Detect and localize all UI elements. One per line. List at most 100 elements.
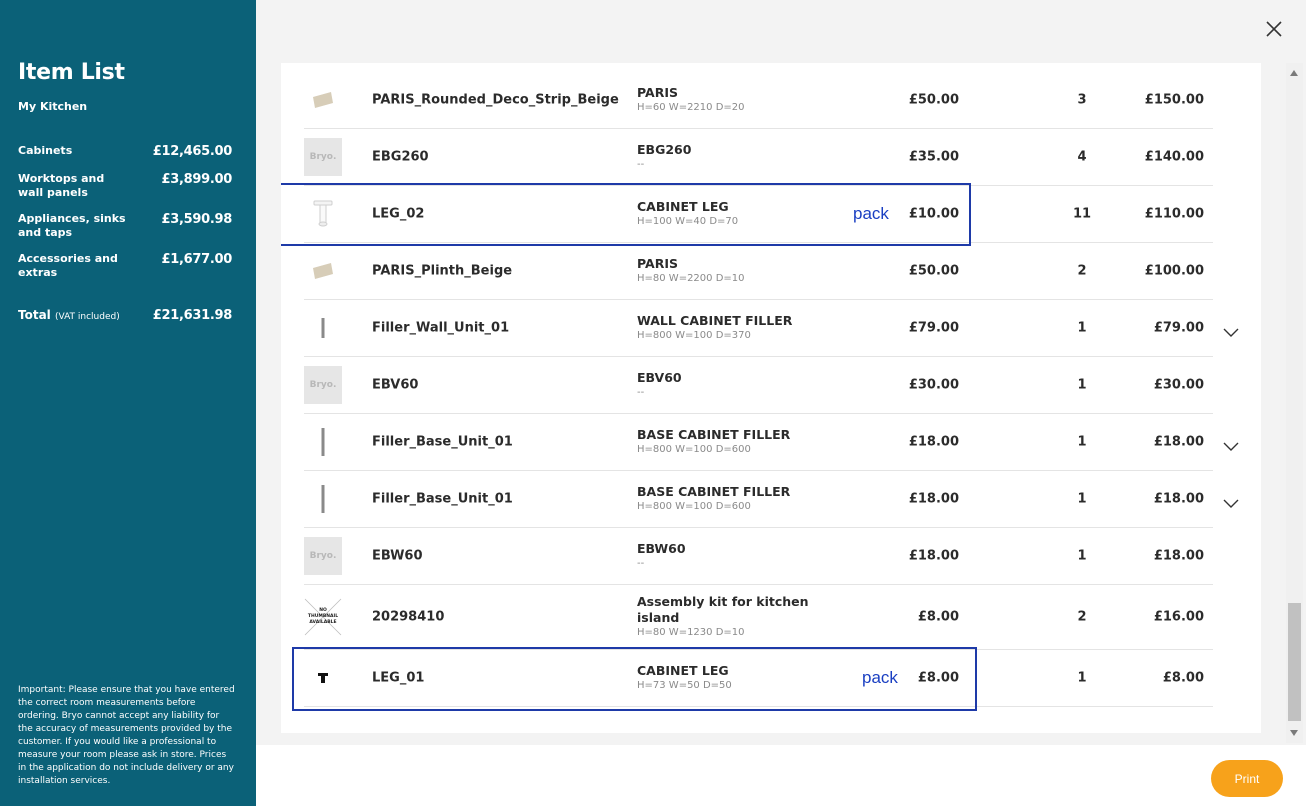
item-total: £79.00: [1153, 320, 1204, 336]
chevron-down-icon[interactable]: [1223, 494, 1239, 508]
item-total: £8.00: [1162, 670, 1204, 686]
item-table: PARIS_Rounded_Deco_Strip_Beige PARIS H=6…: [281, 72, 1239, 711]
item-dimensions: H=800 W=100 D=370: [637, 330, 751, 341]
summary-row-cabinets: Cabinets £12,465.00: [18, 144, 232, 159]
item-price: £10.00: [908, 206, 959, 222]
disclaimer-note: Important: Please ensure that you have e…: [18, 685, 235, 786]
item-quantity: 1: [1077, 670, 1087, 686]
item-table-panel: PARIS_Rounded_Deco_Strip_Beige PARIS H=6…: [281, 63, 1261, 733]
summary-sidebar: Item List My Kitchen Cabinets £12,465.00…: [0, 0, 256, 806]
summary-value: £3,590.98: [161, 212, 233, 227]
item-dimensions: --: [637, 159, 645, 170]
item-price: £30.00: [908, 377, 959, 393]
item-code: LEG_01: [372, 670, 425, 686]
summary-row-accessories: Accessories and extras £1,677.00: [18, 252, 232, 280]
scroll-up-icon[interactable]: [1290, 70, 1298, 76]
item-code: 20298410: [372, 609, 445, 625]
page-title: Item List: [18, 60, 125, 85]
small-leg-icon: [304, 659, 342, 697]
item-title: CABINET LEG: [637, 663, 729, 678]
print-button[interactable]: Print: [1211, 760, 1283, 797]
item-title: EBW60: [637, 541, 686, 556]
item-code: Filler_Base_Unit_01: [372, 434, 513, 450]
pack-annotation: pack: [862, 668, 898, 687]
chevron-down-icon[interactable]: [1223, 437, 1239, 451]
item-code: EBV60: [372, 377, 419, 393]
summary-label: Accessories and extras: [18, 252, 118, 279]
item-description: EBV60 --: [637, 370, 827, 400]
table-row: Bryo. EBV60 EBV60 -- £30.00 1 £30.00: [304, 357, 1213, 414]
item-price: £18.00: [908, 434, 959, 450]
item-quantity: 3: [1077, 92, 1087, 108]
item-quantity: 1: [1077, 377, 1087, 393]
item-total: £150.00: [1144, 92, 1204, 108]
item-dimensions: H=80 W=2200 D=10: [637, 273, 745, 284]
item-price: £8.00: [917, 670, 959, 686]
table-row: Filler_Base_Unit_01 BASE CABINET FILLER …: [304, 471, 1239, 528]
item-title: EBG260: [637, 142, 692, 157]
scroll-down-icon[interactable]: [1290, 730, 1298, 736]
item-description: Assembly kit for kitchen island H=80 W=1…: [637, 594, 827, 640]
beige-strip-icon: [304, 81, 342, 119]
scrollbar-thumb[interactable]: [1288, 603, 1301, 721]
item-quantity: 1: [1077, 548, 1087, 564]
item-dimensions: H=800 W=100 D=600: [637, 444, 751, 455]
summary-value: £3,899.00: [161, 172, 233, 187]
item-price: £8.00: [917, 609, 959, 625]
filler-icon: [304, 423, 342, 461]
item-dimensions: H=80 W=1230 D=10: [637, 627, 745, 638]
table-row: NO THUMBNAIL AVAILABLE 20298410 Assembly…: [304, 585, 1213, 650]
item-total: £18.00: [1153, 491, 1204, 507]
total-value: £21,631.98: [152, 308, 233, 323]
item-price: £79.00: [908, 320, 959, 336]
summary-row-appliances: Appliances, sinks and taps £3,590.98: [18, 212, 232, 240]
item-quantity: 2: [1077, 609, 1087, 625]
item-description: PARIS H=60 W=2210 D=20: [637, 85, 827, 115]
total-label: Total: [18, 308, 51, 322]
table-row: Filler_Wall_Unit_01 WALL CABINET FILLER …: [304, 300, 1239, 357]
table-row: LEG_01 CABINET LEG H=73 W=50 D=50 pack £…: [292, 647, 1213, 711]
summary-row-worktops: Worktops and wall panels £3,899.00: [18, 172, 232, 200]
total-label-group: Total (VAT included): [18, 308, 133, 324]
vat-note: (VAT included): [54, 312, 120, 322]
item-dimensions: --: [637, 558, 645, 569]
item-quantity: 11: [1072, 206, 1092, 222]
summary-total-row: Total (VAT included) £21,631.98: [18, 308, 232, 324]
pack-annotation: pack: [853, 204, 889, 223]
item-dimensions: --: [637, 387, 645, 398]
footer-bar: Print: [256, 745, 1306, 806]
table-row: Filler_Base_Unit_01 BASE CABINET FILLER …: [304, 414, 1239, 471]
item-dimensions: H=100 W=40 D=70: [637, 216, 739, 227]
item-total: £18.00: [1153, 434, 1204, 450]
vertical-scrollbar[interactable]: [1286, 63, 1303, 743]
item-total: £16.00: [1153, 609, 1204, 625]
item-price: £18.00: [908, 491, 959, 507]
item-title: PARIS: [637, 85, 678, 100]
item-price: £35.00: [908, 149, 959, 165]
item-code: Filler_Wall_Unit_01: [372, 320, 510, 336]
bryo-placeholder-icon: Bryo.: [304, 138, 342, 176]
summary-label: Appliances, sinks and taps: [18, 212, 126, 239]
chevron-down-icon[interactable]: [1223, 323, 1239, 337]
item-quantity: 1: [1077, 320, 1087, 336]
item-title: Assembly kit for kitchen island: [637, 594, 809, 625]
item-code: PARIS_Rounded_Deco_Strip_Beige: [372, 92, 619, 108]
item-dimensions: H=60 W=2210 D=20: [637, 102, 745, 113]
item-dimensions: H=800 W=100 D=600: [637, 501, 751, 512]
cabinet-leg-icon: [304, 195, 342, 233]
item-quantity: 1: [1077, 491, 1087, 507]
table-row: PARIS_Rounded_Deco_Strip_Beige PARIS H=6…: [304, 72, 1213, 129]
item-code: EBW60: [372, 548, 423, 564]
no-thumbnail-icon: NO THUMBNAIL AVAILABLE: [304, 598, 342, 636]
item-description: CABINET LEG H=73 W=50 D=50: [637, 663, 827, 693]
summary-label: Worktops and wall panels: [18, 172, 105, 199]
item-code: EBG260: [372, 149, 429, 165]
close-icon[interactable]: [1264, 19, 1284, 39]
item-description: EBG260 --: [637, 142, 827, 172]
summary-value: £12,465.00: [152, 144, 233, 159]
project-name: My Kitchen: [18, 100, 88, 113]
item-description: EBW60 --: [637, 541, 827, 571]
item-dimensions: H=73 W=50 D=50: [637, 680, 732, 691]
item-total: £30.00: [1153, 377, 1204, 393]
beige-strip-icon: [304, 252, 342, 290]
